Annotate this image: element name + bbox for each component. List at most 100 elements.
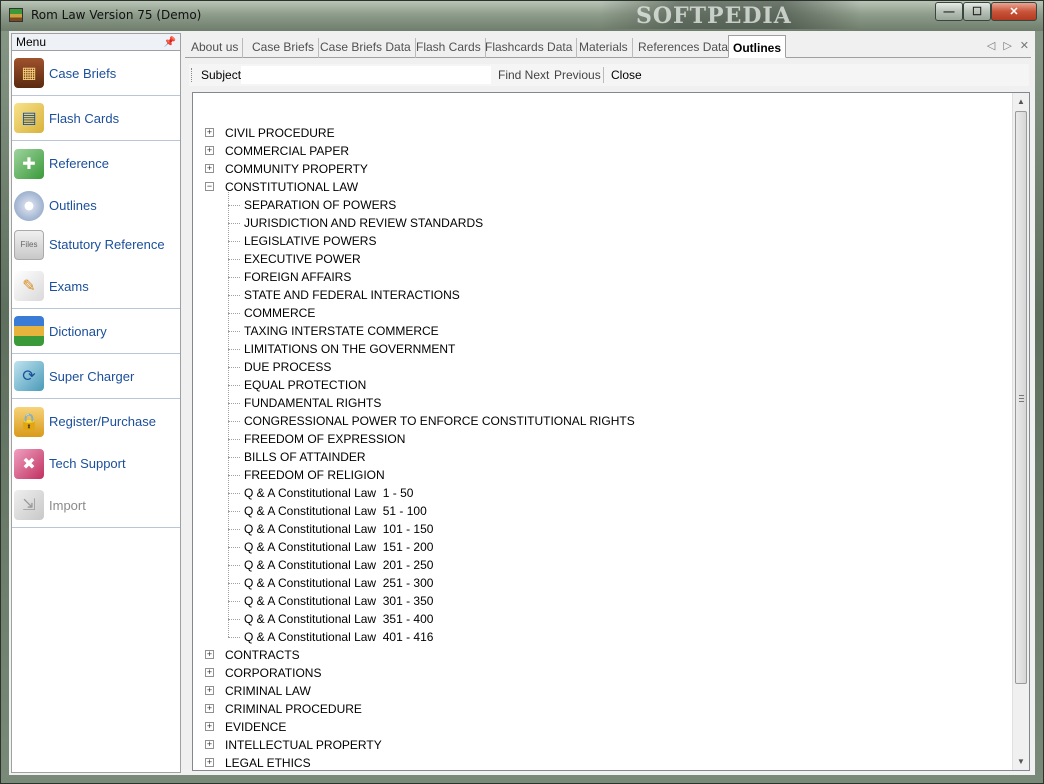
expand-toggle-icon[interactable]: + <box>205 668 214 677</box>
tab-case-briefs-data[interactable]: Case Briefs Data <box>316 38 416 58</box>
expand-toggle-icon[interactable]: + <box>205 686 214 695</box>
tree-node-topic[interactable]: Q & A Constitutional Law 151 - 200 <box>244 538 433 556</box>
previous-button[interactable]: Previous <box>554 68 601 82</box>
tree-node-topic[interactable]: Q & A Constitutional Law 51 - 100 <box>244 502 427 520</box>
tab-flash-cards[interactable]: Flash Cards <box>412 38 486 58</box>
tree-node-topic[interactable]: CONGRESSIONAL POWER TO ENFORCE CONSTITUT… <box>244 412 635 430</box>
tree-node-subject[interactable]: CRIMINAL PROCEDURE <box>225 700 362 718</box>
tree-node-topic[interactable]: Q & A Constitutional Law 201 - 250 <box>244 556 433 574</box>
scroll-up-icon[interactable]: ▲ <box>1013 93 1029 110</box>
menu-item-dictionary[interactable]: Dictionary <box>12 309 180 354</box>
menu-item-reference[interactable]: ✚ Reference <box>12 141 180 186</box>
menu-item-label: Exams <box>49 278 89 294</box>
menu-item-label: Import <box>49 497 86 513</box>
expand-toggle-icon[interactable]: + <box>205 650 214 659</box>
tree-node-topic[interactable]: Q & A Constitutional Law 301 - 350 <box>244 592 433 610</box>
tree-node-topic[interactable]: Q & A Constitutional Law 351 - 400 <box>244 610 433 628</box>
scroll-down-icon[interactable]: ▼ <box>1013 753 1029 770</box>
tab-scroll-left-icon[interactable]: ◁ <box>987 39 995 52</box>
tree-node-subject[interactable]: CRIMINAL LAW <box>225 682 311 700</box>
disc-icon <box>14 190 44 221</box>
vertical-scrollbar[interactable]: ▲ ▼ <box>1012 93 1029 770</box>
tree-node-topic[interactable]: EXECUTIVE POWER <box>244 250 361 268</box>
tree-node-topic[interactable]: FREEDOM OF RELIGION <box>244 466 385 484</box>
subject-input[interactable] <box>241 66 491 84</box>
menu-item-flash-cards[interactable]: ▤ Flash Cards <box>12 96 180 141</box>
tree-node-topic[interactable]: STATE AND FEDERAL INTERACTIONS <box>244 286 460 304</box>
menu-item-statutory-reference[interactable]: Files Statutory Reference <box>12 225 180 264</box>
menu-item-register-purchase[interactable]: 🔒 Register/Purchase <box>12 399 180 444</box>
tab-case-briefs[interactable]: Case Briefs <box>248 38 320 58</box>
expand-toggle-icon[interactable]: + <box>205 146 214 155</box>
tree-node-topic[interactable]: Q & A Constitutional Law 1 - 50 <box>244 484 413 502</box>
tree-node-topic[interactable]: LEGISLATIVE POWERS <box>244 232 376 250</box>
tree-node-topic[interactable]: FREEDOM OF EXPRESSION <box>244 430 405 448</box>
expand-toggle-icon[interactable]: + <box>205 740 214 749</box>
expand-toggle-icon[interactable]: + <box>205 704 214 713</box>
menu-item-tech-support[interactable]: ✖ Tech Support <box>12 444 180 483</box>
tree-node-topic[interactable]: Q & A Constitutional Law 401 - 416 <box>244 628 433 646</box>
tree-connector <box>228 277 240 278</box>
tab-outlines[interactable]: Outlines <box>728 35 787 58</box>
tree-node-topic[interactable]: EQUAL PROTECTION <box>244 376 366 394</box>
menu-item-exams[interactable]: ✎ Exams <box>12 264 180 309</box>
menu-item-outlines[interactable]: Outlines <box>12 186 180 225</box>
menu-item-case-briefs[interactable]: ▦ Case Briefs <box>12 51 180 96</box>
tree-connector <box>228 192 229 637</box>
tree-connector <box>228 637 240 638</box>
tab-flashcards-data[interactable]: Flashcards Data <box>481 38 578 58</box>
menu-panel: Menu 📌 ▦ Case Briefs ▤ Flash Cards ✚ Ref… <box>11 33 181 773</box>
tree-node-topic[interactable]: JURISDICTION AND REVIEW STANDARDS <box>244 214 483 232</box>
tab-close-icon[interactable]: ✕ <box>1020 39 1029 52</box>
tab-references-data[interactable]: References Data <box>634 38 734 58</box>
tree-node-subject[interactable]: INTELLECTUAL PROPERTY <box>225 736 382 754</box>
tree-node-topic[interactable]: COMMERCE <box>244 304 315 322</box>
pin-icon[interactable]: 📌 <box>164 37 176 48</box>
tree-node-topic[interactable]: Q & A Constitutional Law 101 - 150 <box>244 520 433 538</box>
tree-node-topic[interactable]: FOREIGN AFFAIRS <box>244 268 351 286</box>
app-icon[interactable] <box>9 8 23 22</box>
tree-node-topic[interactable]: LIMITATIONS ON THE GOVERNMENT <box>244 340 455 358</box>
title-bar[interactable]: SOFTPEDIA Rom Law Version 75 (Demo) — ☐ … <box>1 1 1043 31</box>
scroll-thumb[interactable] <box>1015 111 1027 684</box>
toolbar-grip[interactable] <box>191 68 193 82</box>
tree-node-subject[interactable]: COMMERCIAL PAPER <box>225 142 349 160</box>
tree-connector <box>228 385 240 386</box>
tree-node-subject[interactable]: CONTRACTS <box>225 646 300 664</box>
menu-item-import[interactable]: ⇲ Import <box>12 483 180 528</box>
tree-node-subject[interactable]: EVIDENCE <box>225 718 286 736</box>
tree-connector <box>228 241 240 242</box>
tree-node-topic[interactable]: DUE PROCESS <box>244 358 331 376</box>
tree-node-topic[interactable]: FUNDAMENTAL RIGHTS <box>244 394 381 412</box>
tree-node-topic[interactable]: TAXING INTERSTATE COMMERCE <box>244 322 439 340</box>
tree-node-subject[interactable]: CIVIL PROCEDURE <box>225 124 335 142</box>
maximize-button[interactable]: ☐ <box>963 2 991 21</box>
tree-node-topic[interactable]: BILLS OF ATTAINDER <box>244 448 366 466</box>
tree-node-topic[interactable]: Q & A Constitutional Law 251 - 300 <box>244 574 433 592</box>
tab-materials[interactable]: Materials <box>575 38 633 58</box>
tree-node-subject[interactable]: COMMUNITY PROPERTY <box>225 160 368 178</box>
expand-toggle-icon[interactable]: − <box>205 182 214 191</box>
outline-tree[interactable]: + CIVIL PROCEDURE + COMMERCIAL PAPER + COMMUN… <box>192 92 1030 771</box>
search-toolbar: Subject Find Next Previous Close <box>189 64 1029 86</box>
tree-node-subject[interactable]: CORPORATIONS <box>225 664 321 682</box>
minimize-button[interactable]: — <box>935 2 963 21</box>
close-window-button[interactable]: ✕ <box>991 2 1037 21</box>
tree-connector <box>228 619 240 620</box>
expand-toggle-icon[interactable]: + <box>205 722 214 731</box>
menu-item-super-charger[interactable]: ⟳ Super Charger <box>12 354 180 399</box>
close-button[interactable]: Close <box>611 68 642 82</box>
expand-toggle-icon[interactable]: + <box>205 758 214 767</box>
tree-node-topic[interactable]: SEPARATION OF POWERS <box>244 196 396 214</box>
menu-item-label: Register/Purchase <box>49 414 156 429</box>
menu-item-label: Statutory Reference <box>49 237 165 252</box>
tree-node-subject[interactable]: LEGAL ETHICS <box>225 754 311 770</box>
expand-toggle-icon[interactable]: + <box>205 164 214 173</box>
tree-connector <box>228 475 240 476</box>
find-next-button[interactable]: Find Next <box>498 68 549 82</box>
expand-toggle-icon[interactable]: + <box>205 128 214 137</box>
tree-node-subject[interactable]: CONSTITUTIONAL LAW <box>225 178 358 196</box>
tab-scroll-right-icon[interactable]: ▷ <box>1003 39 1011 52</box>
menu-title: Menu <box>16 35 47 49</box>
tab-about-us[interactable]: About us <box>187 38 244 58</box>
